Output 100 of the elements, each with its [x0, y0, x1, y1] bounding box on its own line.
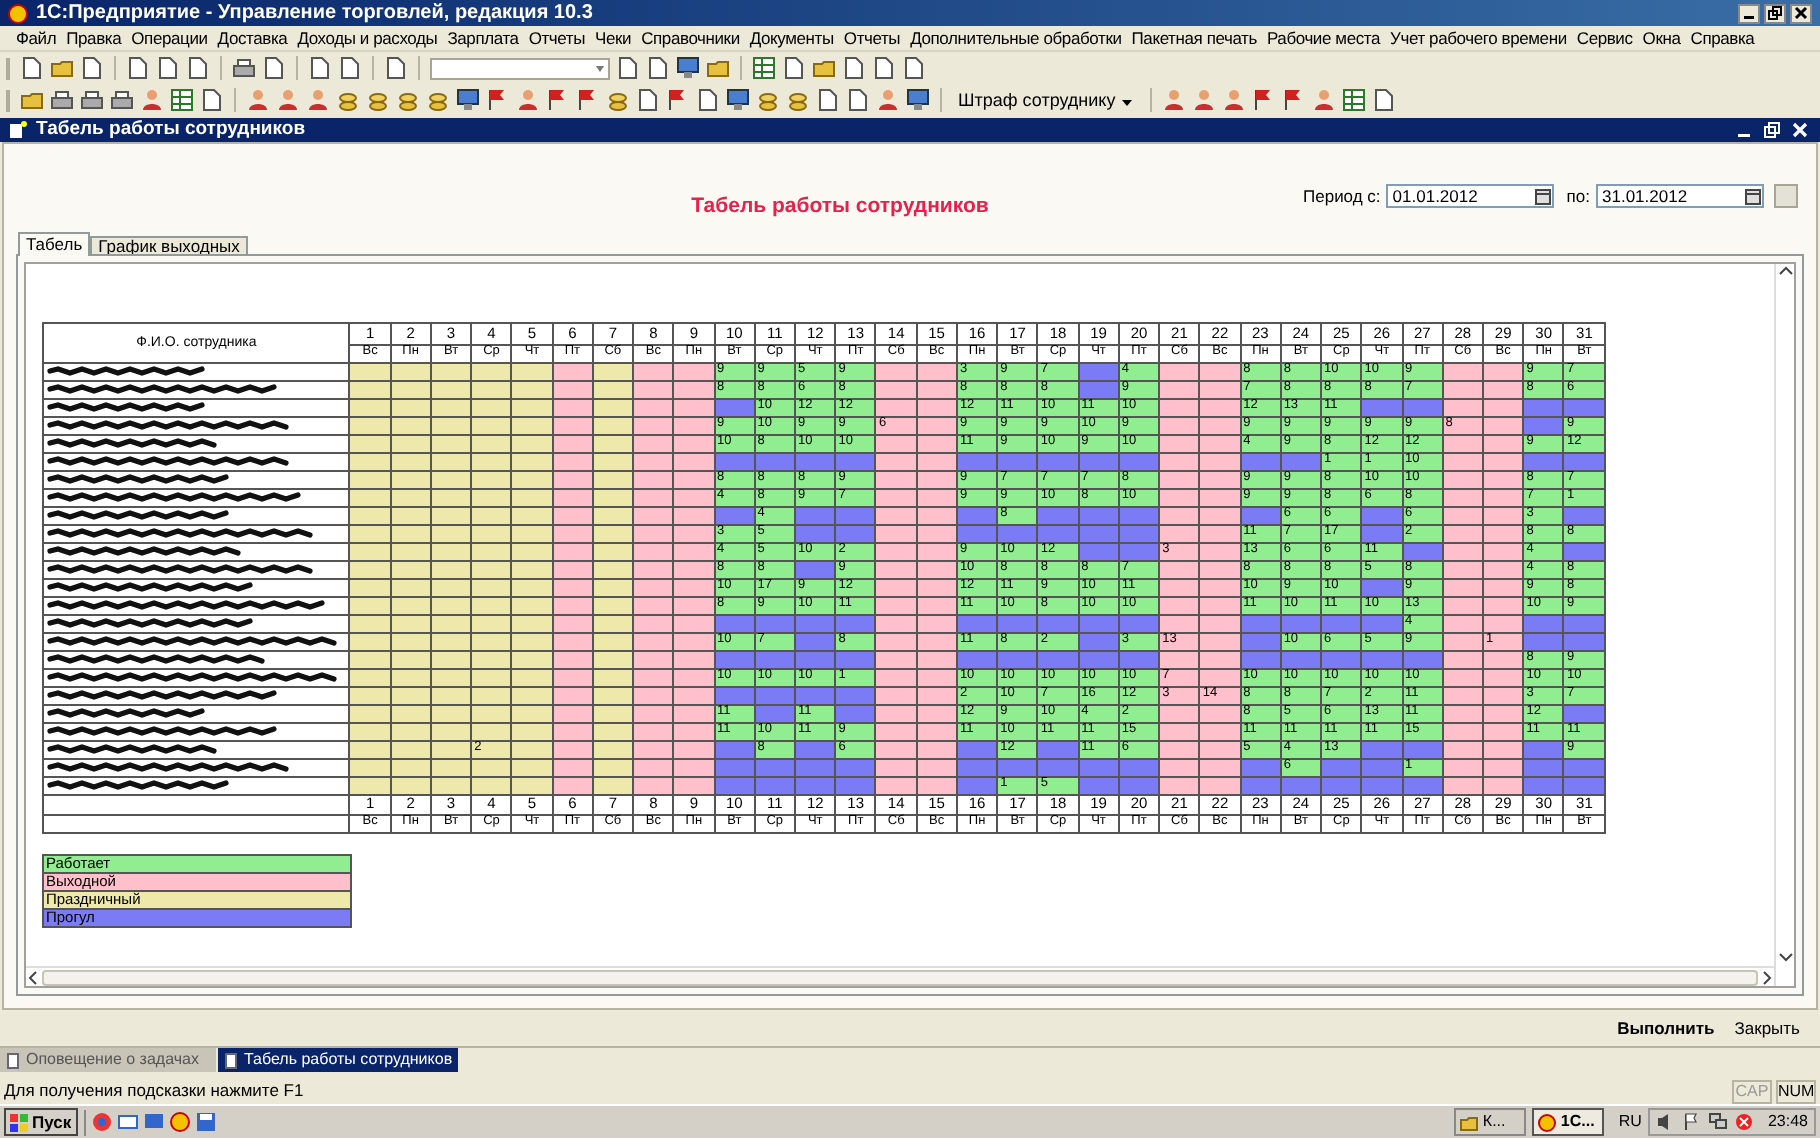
- tab[interactable]: Табель: [18, 231, 91, 255]
- table-icon[interactable]: [1341, 88, 1366, 112]
- menu-item[interactable]: Операции: [131, 29, 208, 47]
- language-indicator[interactable]: RU: [1618, 1114, 1642, 1130]
- person-icon[interactable]: [1311, 88, 1336, 112]
- search-field[interactable]: [430, 57, 610, 79]
- menu-item[interactable]: Сервис: [1576, 29, 1633, 47]
- document-icon[interactable]: [338, 56, 362, 80]
- tab[interactable]: График выходных: [90, 235, 248, 255]
- date-field[interactable]: 01.01.2012: [1386, 184, 1555, 208]
- window-tab[interactable]: Табель работы сотрудников: [218, 1048, 459, 1072]
- menu-item[interactable]: Отчеты: [528, 29, 586, 47]
- person-icon[interactable]: [876, 88, 900, 112]
- flag-icon[interactable]: [486, 88, 510, 112]
- table-icon[interactable]: [752, 56, 776, 80]
- document-icon[interactable]: [156, 56, 180, 80]
- person-icon[interactable]: [306, 88, 330, 112]
- coins-icon[interactable]: [786, 88, 810, 112]
- menu-item[interactable]: Чеки: [595, 29, 632, 47]
- monitor-icon[interactable]: [676, 56, 700, 80]
- printer-icon[interactable]: [80, 88, 104, 112]
- document-icon[interactable]: [200, 88, 224, 112]
- menu-item[interactable]: Справка: [1690, 29, 1755, 47]
- flag-icon[interactable]: [666, 88, 690, 112]
- menu-item[interactable]: Справочники: [641, 29, 740, 47]
- document-icon[interactable]: [846, 88, 870, 112]
- monitor-icon[interactable]: [906, 88, 930, 112]
- document-icon[interactable]: [1371, 88, 1396, 112]
- document-icon[interactable]: [20, 56, 44, 80]
- flag-icon[interactable]: [1681, 1112, 1702, 1132]
- document-icon[interactable]: [262, 56, 286, 80]
- monitor-icon[interactable]: [456, 88, 480, 112]
- document-icon[interactable]: [842, 56, 866, 80]
- start-button[interactable]: Пуск: [4, 1108, 78, 1136]
- mail-icon[interactable]: [117, 1112, 138, 1132]
- close-button[interactable]: Закрыть: [1730, 1019, 1804, 1037]
- coins-icon[interactable]: [366, 88, 390, 112]
- person-icon[interactable]: [246, 88, 270, 112]
- calendar-icon[interactable]: [1534, 187, 1553, 205]
- document-icon[interactable]: [902, 56, 926, 80]
- arrow-down-icon[interactable]: [1777, 948, 1793, 964]
- menu-item[interactable]: Окна: [1642, 29, 1681, 47]
- folder-icon[interactable]: [812, 56, 836, 80]
- printer-icon[interactable]: [50, 88, 74, 112]
- printer-icon[interactable]: [110, 88, 134, 112]
- folder-icon[interactable]: [706, 56, 730, 80]
- person-icon[interactable]: [516, 88, 540, 112]
- taskbar-button[interactable]: 1С...: [1532, 1108, 1605, 1136]
- chrome-icon[interactable]: [91, 1112, 112, 1132]
- person-icon[interactable]: [1191, 88, 1216, 112]
- flag-icon[interactable]: [546, 88, 570, 112]
- document-icon[interactable]: [126, 56, 150, 80]
- person-icon[interactable]: [1221, 88, 1246, 112]
- coins-icon[interactable]: [336, 88, 360, 112]
- flag-icon[interactable]: [576, 88, 600, 112]
- document-icon[interactable]: [816, 88, 840, 112]
- penalty-button[interactable]: Штраф сотруднику: [952, 87, 1140, 113]
- document-icon[interactable]: [696, 88, 720, 112]
- document-icon[interactable]: [872, 56, 896, 80]
- coins-icon[interactable]: [606, 88, 630, 112]
- person-icon[interactable]: [140, 88, 164, 112]
- menu-item[interactable]: Учет рабочего времени: [1390, 29, 1567, 47]
- document-icon[interactable]: [616, 56, 640, 80]
- network-icon[interactable]: [1707, 1112, 1728, 1132]
- flag-icon[interactable]: [1251, 88, 1276, 112]
- monitor-icon[interactable]: [726, 88, 750, 112]
- coins-icon[interactable]: [756, 88, 780, 112]
- document-icon[interactable]: [308, 56, 332, 80]
- menu-item[interactable]: Доходы и расходы: [297, 29, 438, 47]
- minimize-button[interactable]: [1738, 3, 1760, 23]
- close-button[interactable]: [1790, 3, 1812, 23]
- arrow-right-icon[interactable]: [1758, 969, 1774, 985]
- folder-icon[interactable]: [20, 88, 44, 112]
- document-icon[interactable]: [636, 88, 660, 112]
- taskbar-button[interactable]: К...: [1454, 1108, 1527, 1136]
- coins-icon[interactable]: [396, 88, 420, 112]
- document-icon[interactable]: [186, 56, 210, 80]
- flag-icon[interactable]: [1281, 88, 1306, 112]
- menu-item[interactable]: Рабочие места: [1266, 29, 1381, 47]
- document-icon[interactable]: [80, 56, 104, 80]
- menu-item[interactable]: Дополнительные обработки: [910, 29, 1122, 47]
- horizontal-scrollbar[interactable]: [26, 966, 1774, 986]
- app-logo-icon[interactable]: [169, 1112, 190, 1132]
- alert-icon[interactable]: [1733, 1112, 1754, 1132]
- run-button[interactable]: Выполнить: [1613, 1019, 1719, 1037]
- table-icon[interactable]: [170, 88, 194, 112]
- calendar-icon[interactable]: [1744, 187, 1762, 205]
- folder-icon[interactable]: [50, 56, 74, 80]
- restore-icon[interactable]: [1764, 122, 1780, 138]
- coins-icon[interactable]: [426, 88, 450, 112]
- window-tab[interactable]: Оповещение о задачах: [0, 1048, 216, 1072]
- menu-item[interactable]: Документы: [749, 29, 834, 47]
- restore-button[interactable]: [1764, 3, 1786, 23]
- menu-item[interactable]: Пакетная печать: [1131, 29, 1257, 47]
- menu-item[interactable]: Отчеты: [843, 29, 901, 47]
- person-icon[interactable]: [1161, 88, 1186, 112]
- document-icon[interactable]: [384, 56, 408, 80]
- arrow-left-icon[interactable]: [26, 969, 42, 985]
- vertical-scrollbar[interactable]: [1774, 263, 1794, 986]
- menu-item[interactable]: Правка: [66, 29, 122, 47]
